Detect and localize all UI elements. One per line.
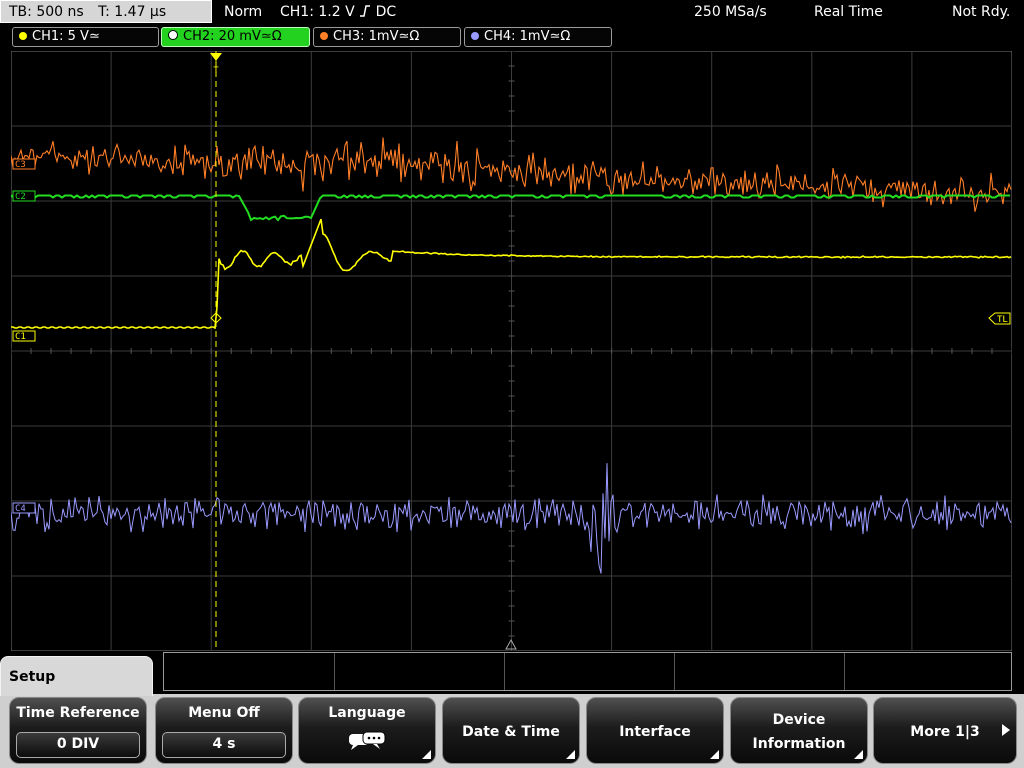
trigger-position-label: T	[213, 66, 219, 76]
channel-tab-ch4[interactable]: CH4: 1mV≃Ω	[464, 27, 612, 47]
setup-menu-title: Setup	[0, 656, 153, 696]
next-page-arrow-icon	[1002, 724, 1010, 736]
channel-tab-ch3[interactable]: CH3: 1mV≃Ω	[313, 27, 461, 47]
submenu-corner-icon	[854, 750, 863, 759]
softkey-time-reference[interactable]: Time Reference 0 DIV	[9, 697, 147, 764]
timebase-box[interactable]: TB: 500 ns T: 1.47 µs	[0, 0, 212, 23]
speech-bubble-icon	[349, 731, 386, 750]
acquisition-mode: Real Time	[814, 4, 883, 20]
channel-color-dot	[168, 30, 178, 40]
rising-edge-icon	[360, 5, 371, 17]
ch2-marker-label: C2	[15, 192, 26, 202]
softkey-date-time[interactable]: Date & Time	[442, 697, 580, 764]
trigger-mode[interactable]: Norm	[224, 0, 262, 24]
softkey-device[interactable]: Device Information	[730, 697, 868, 764]
channel-coupling-icon: ≃Ω	[549, 29, 571, 44]
softkey-language[interactable]: Language	[298, 697, 436, 764]
trigger-info[interactable]: CH1: 1.2 V DC	[280, 0, 396, 24]
status-bar: TB: 500 ns T: 1.47 µs Norm CH1: 1.2 V DC…	[0, 0, 1024, 24]
channel-coupling-icon: ≃	[88, 29, 100, 44]
trigger-source-level: CH1: 1.2 V	[280, 4, 355, 20]
channel-tab-ch2[interactable]: CH2: 20 mV≃Ω	[161, 27, 310, 47]
channel-coupling-icon: ≃Ω	[260, 29, 282, 44]
trigger-coupling: DC	[375, 4, 397, 20]
softkey-label: Device	[772, 712, 826, 728]
trigger-level-label: TL	[997, 315, 1008, 325]
timebase-value: TB: 500 ns	[9, 4, 84, 20]
submenu-corner-icon	[422, 750, 431, 759]
softkey-label-line2: Information	[752, 736, 846, 752]
softkey-label: Time Reference	[16, 705, 140, 721]
channel-color-dot	[320, 32, 328, 40]
softkey-value: 0 DIV	[16, 732, 140, 758]
softkey-more-1-3[interactable]: More 1|3	[873, 697, 1017, 764]
channel-tab-ch1[interactable]: CH1: 5 V≃	[12, 27, 159, 47]
channel-coupling-icon: ≃Ω	[398, 29, 420, 44]
trigger-time-value: T: 1.47 µs	[98, 4, 167, 20]
softkey-label: Date & Time	[462, 724, 560, 740]
message-strip	[163, 652, 1012, 691]
ch4-marker-label: C4	[15, 504, 26, 514]
submenu-corner-icon	[566, 750, 575, 759]
softkey-value: 4 s	[162, 732, 286, 758]
softkey-label: Interface	[619, 724, 691, 740]
softkey-label: Language	[328, 705, 406, 721]
acquisition-state: Not Rdy.	[952, 4, 1011, 20]
submenu-corner-icon	[710, 750, 719, 759]
channel-tab-label: CH2: 20 mV	[183, 29, 261, 44]
waveform-display[interactable]: C3 C2 C1 C4 TL T	[11, 51, 1012, 651]
softkey-interface[interactable]: Interface	[586, 697, 724, 764]
softkey-label: More 1|3	[910, 724, 980, 740]
softkey-menu-off[interactable]: Menu Off 4 s	[155, 697, 293, 764]
softkey-label: Menu Off	[188, 705, 260, 721]
ch3-marker-label: C3	[15, 160, 26, 170]
channel-tab-label: CH1: 5 V	[32, 29, 89, 44]
channel-color-dot	[19, 32, 27, 40]
channel-color-dot	[471, 32, 479, 40]
sample-rate: 250 MSa/s	[694, 4, 767, 20]
channel-tab-label: CH4: 1mV	[484, 29, 550, 44]
ch1-marker-label: C1	[15, 332, 26, 342]
channel-tab-label: CH3: 1mV	[333, 29, 399, 44]
